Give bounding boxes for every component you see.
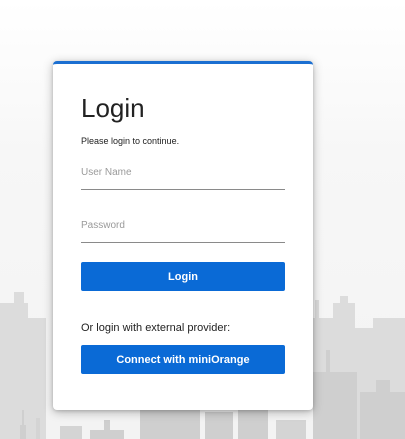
login-card: Login Please login to continue. Login Or… [53, 61, 313, 410]
login-button[interactable]: Login [81, 262, 285, 291]
external-provider-text: Or login with external provider: [81, 322, 231, 334]
password-input[interactable] [81, 213, 285, 243]
connect-miniorange-button[interactable]: Connect with miniOrange [81, 345, 285, 374]
login-title: Login [81, 93, 145, 123]
login-subtitle: Please login to continue. [81, 136, 180, 146]
username-input[interactable] [81, 160, 285, 190]
